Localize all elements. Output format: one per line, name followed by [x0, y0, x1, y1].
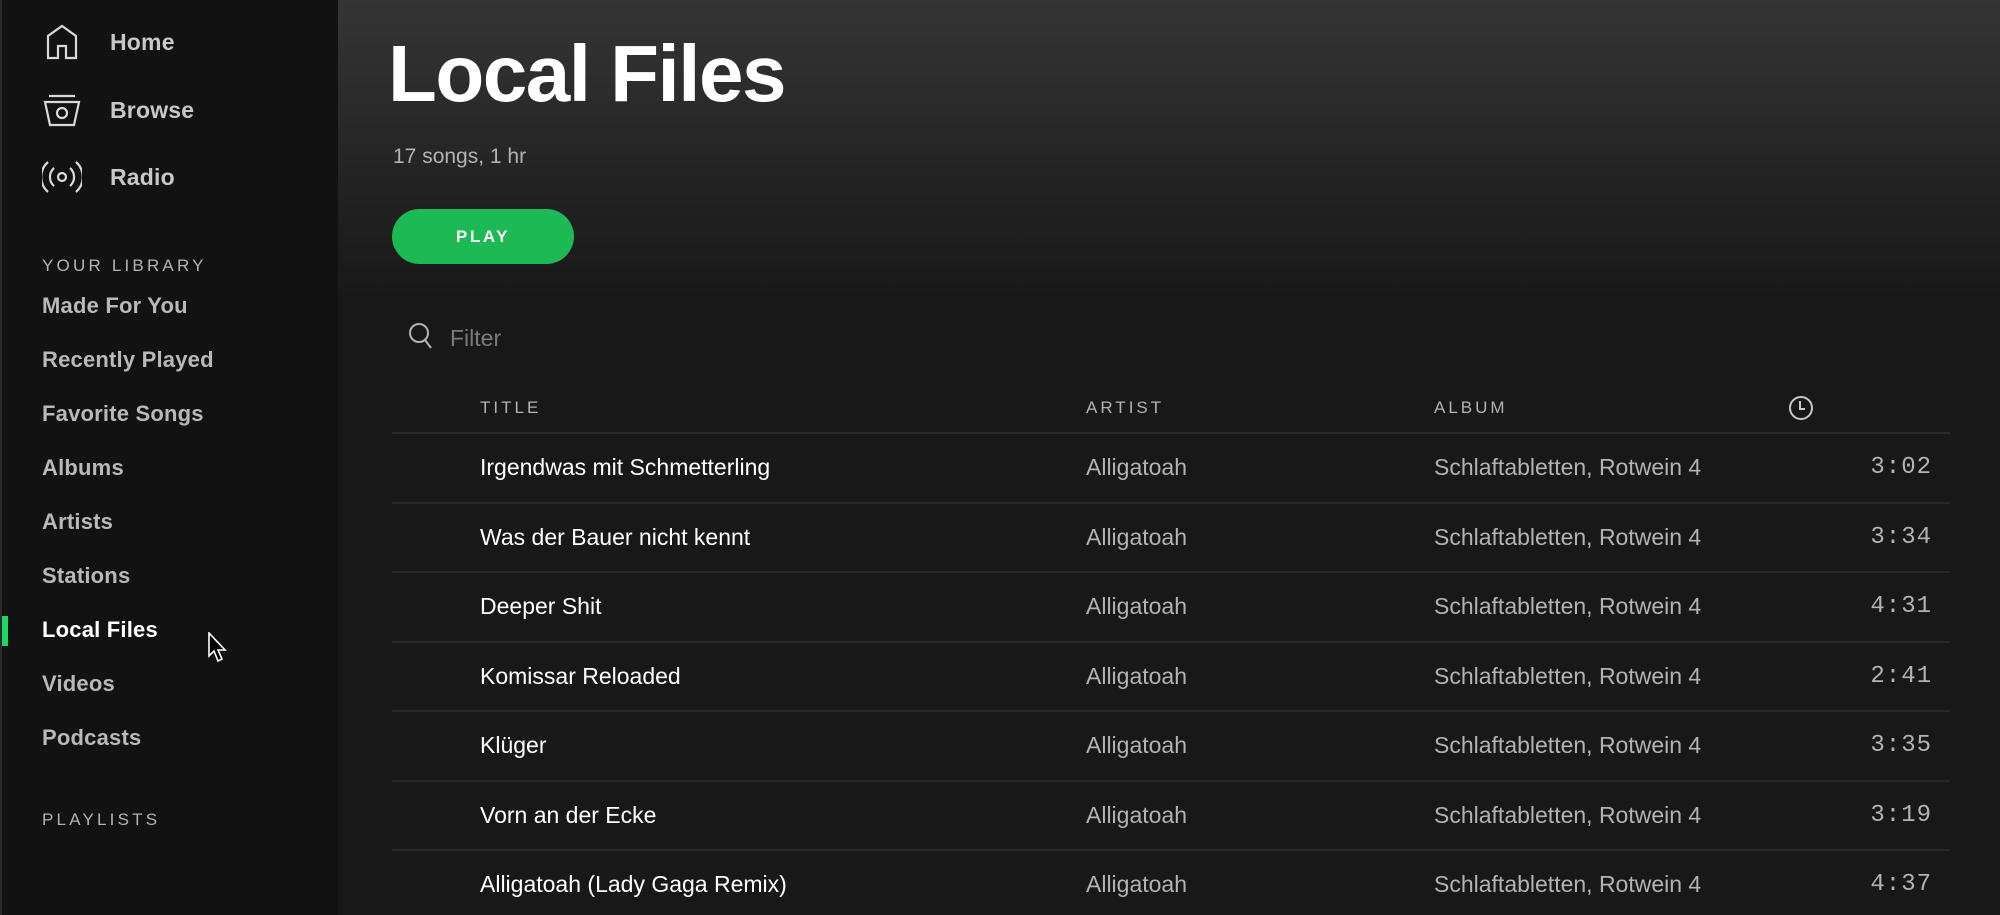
track-artist[interactable]: Alligatoah: [1086, 524, 1187, 551]
sidebar-item-recently-played[interactable]: Recently Played: [42, 347, 214, 373]
track-duration: 2:41: [1870, 662, 1932, 690]
track-album[interactable]: Schlaftabletten, Rotwein 4: [1434, 802, 1701, 829]
track-artist[interactable]: Alligatoah: [1086, 593, 1187, 620]
sidebar-item-favorite-songs[interactable]: Favorite Songs: [42, 401, 204, 427]
sidebar-item-albums[interactable]: Albums: [42, 455, 124, 481]
track-album[interactable]: Schlaftabletten, Rotwein 4: [1434, 663, 1701, 690]
search-icon: [408, 322, 434, 355]
track-duration: 3:35: [1870, 732, 1932, 759]
track-title: Irgendwas mit Schmetterling: [480, 454, 771, 480]
radio-icon: [42, 157, 82, 197]
column-header-title[interactable]: TITLE: [480, 398, 541, 418]
nav-radio[interactable]: Radio: [42, 153, 175, 201]
track-album[interactable]: Schlaftabletten, Rotwein 4: [1434, 732, 1701, 759]
table-body: Irgendwas mit Schmetterling Alligatoah S…: [392, 434, 1950, 915]
playlists-heading: PLAYLISTS: [42, 810, 161, 829]
track-title: Alligatoah (Lady Gaga Remix): [480, 871, 787, 897]
track-title: Was der Bauer nicht kennt: [480, 523, 751, 550]
home-icon: [42, 22, 82, 62]
table-row[interactable]: Klüger Alligatoah Schlaftabletten, Rotwe…: [392, 712, 1950, 782]
mouse-cursor-icon: [208, 630, 228, 664]
app-window: Home Browse Radio YOUR LIBRARY Made For …: [0, 0, 2000, 915]
track-duration: 3:34: [1870, 523, 1932, 551]
track-album[interactable]: Schlaftabletten, Rotwein 4: [1434, 524, 1701, 551]
browse-icon: [42, 90, 82, 130]
track-title: Klüger: [480, 732, 547, 758]
your-library-heading: YOUR LIBRARY: [42, 256, 207, 275]
nav-radio-label: Radio: [110, 163, 175, 190]
table-row[interactable]: Deeper Shit Alligatoah Schlaftabletten, …: [392, 573, 1950, 643]
table-row[interactable]: Alligatoah (Lady Gaga Remix) Alligatoah …: [392, 851, 1950, 915]
track-album[interactable]: Schlaftabletten, Rotwein 4: [1434, 454, 1701, 481]
track-duration: 3:02: [1870, 454, 1932, 481]
filter-box: [408, 322, 750, 355]
track-artist[interactable]: Alligatoah: [1086, 663, 1187, 690]
active-indicator: [2, 616, 8, 646]
tracks-table: TITLE ARTIST ALBUM Irgendwas mit Schmett…: [392, 390, 1950, 915]
table-row[interactable]: Vorn an der Ecke Alligatoah Schlaftablet…: [392, 782, 1950, 851]
clock-icon: [1788, 396, 1814, 425]
sidebar: Home Browse Radio YOUR LIBRARY Made For …: [0, 0, 338, 915]
track-artist[interactable]: Alligatoah: [1086, 802, 1187, 829]
track-duration: 4:31: [1870, 593, 1932, 620]
nav-home-label: Home: [110, 28, 175, 55]
track-title: Komissar Reloaded: [480, 662, 681, 689]
track-artist[interactable]: Alligatoah: [1086, 454, 1187, 481]
table-header: TITLE ARTIST ALBUM: [392, 390, 1950, 434]
nav-home[interactable]: Home: [42, 18, 175, 66]
sidebar-item-podcasts[interactable]: Podcasts: [42, 725, 141, 751]
table-row[interactable]: Komissar Reloaded Alligatoah Schlaftable…: [392, 643, 1950, 712]
table-row[interactable]: Irgendwas mit Schmetterling Alligatoah S…: [392, 434, 1950, 504]
track-duration: 3:19: [1870, 801, 1932, 829]
filter-input[interactable]: [450, 325, 750, 352]
track-album[interactable]: Schlaftabletten, Rotwein 4: [1434, 593, 1701, 620]
sidebar-item-videos[interactable]: Videos: [42, 671, 115, 697]
track-album[interactable]: Schlaftabletten, Rotwein 4: [1434, 871, 1701, 898]
sidebar-item-local-files[interactable]: Local Files: [42, 617, 158, 643]
main-content: Local Files 17 songs, 1 hr PLAY TITLE AR…: [338, 0, 2000, 915]
sidebar-item-artists[interactable]: Artists: [42, 509, 113, 535]
track-title: Deeper Shit: [480, 593, 602, 619]
track-artist[interactable]: Alligatoah: [1086, 871, 1187, 898]
track-title: Vorn an der Ecke: [480, 801, 657, 828]
nav-browse[interactable]: Browse: [42, 86, 194, 134]
playlist-meta: 17 songs, 1 hr: [393, 145, 527, 168]
page-title: Local Files: [388, 29, 786, 118]
track-duration: 4:37: [1870, 871, 1932, 898]
nav-browse-label: Browse: [110, 96, 195, 123]
column-header-duration[interactable]: [1788, 395, 1814, 426]
play-button[interactable]: PLAY: [392, 209, 574, 264]
sidebar-item-stations[interactable]: Stations: [42, 563, 130, 589]
table-row[interactable]: Was der Bauer nicht kennt Alligatoah Sch…: [392, 504, 1950, 573]
sidebar-item-made-for-you[interactable]: Made For You: [42, 293, 188, 319]
column-header-artist[interactable]: ARTIST: [1086, 398, 1164, 418]
track-artist[interactable]: Alligatoah: [1086, 732, 1187, 759]
column-header-album[interactable]: ALBUM: [1434, 398, 1508, 418]
